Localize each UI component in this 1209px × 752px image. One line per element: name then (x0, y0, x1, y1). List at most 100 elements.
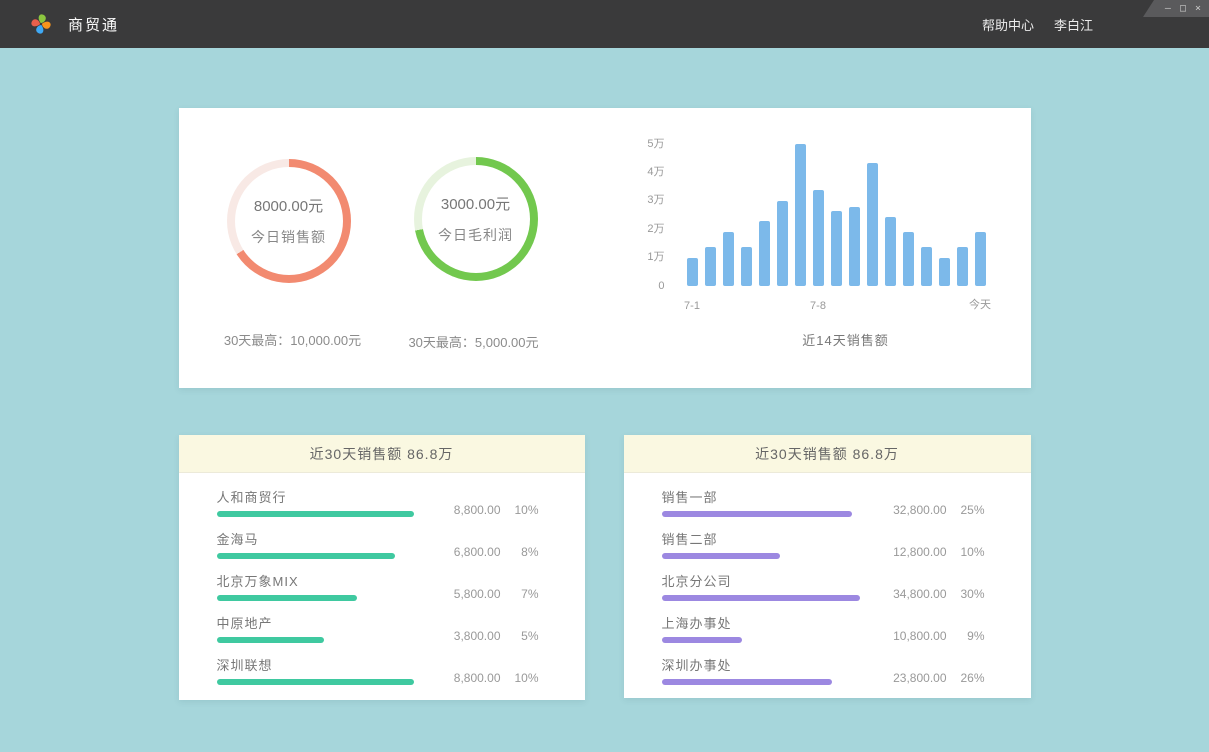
today-sales-label: 今日销售额 (251, 227, 326, 247)
rank-row: 中原地产 3,800.00 5% (217, 613, 539, 643)
bar (939, 258, 950, 286)
rank-row-bar (217, 511, 414, 517)
rank-row-values: 6,800.00 8% (421, 545, 539, 559)
bar (705, 247, 716, 286)
today-profit-value: 3000.00元 (441, 193, 510, 214)
rank-row-values: 12,800.00 10% (867, 545, 985, 559)
customer-rank-card: 近30天销售额 86.8万 人和商贸行 8,800.00 10% 金海马 6,8… (179, 435, 585, 700)
rank-row-values: 8,800.00 10% (421, 503, 539, 517)
bar (759, 221, 770, 286)
y-tick-label: 1万 (631, 248, 665, 264)
bar (741, 247, 752, 286)
rank-row-percent: 8% (501, 545, 539, 559)
rank-row: 人和商贸行 8,800.00 10% (217, 487, 539, 517)
today-sales-value: 8000.00元 (254, 195, 323, 216)
rank-row-label: 金海马 (217, 529, 421, 548)
y-tick-label: 0 (631, 280, 665, 292)
rank-row-main: 销售二部 (662, 529, 867, 559)
rank-row-bar (662, 511, 852, 517)
rank-row-values: 34,800.00 30% (867, 587, 985, 601)
maximize-icon[interactable]: □ (1180, 4, 1186, 14)
rank-row-main: 上海办事处 (662, 613, 867, 643)
rank-row-values: 5,800.00 7% (421, 587, 539, 601)
rank-row-bar (217, 553, 395, 559)
close-icon[interactable]: × (1195, 4, 1201, 14)
rank-cards-row: 近30天销售额 86.8万 人和商贸行 8,800.00 10% 金海马 6,8… (179, 435, 1031, 700)
rank-row-bar (662, 637, 742, 643)
bar (813, 190, 824, 286)
rank-row-amount: 3,800.00 (421, 629, 501, 643)
rank-row-label: 中原地产 (217, 613, 421, 632)
rank-row-percent: 26% (947, 671, 985, 685)
rank-row-amount: 12,800.00 (867, 545, 947, 559)
rank-row-main: 中原地产 (217, 613, 421, 643)
rank-row: 销售二部 12,800.00 10% (662, 529, 985, 559)
app-logo-icon (28, 11, 54, 37)
rank-row-values: 23,800.00 26% (867, 671, 985, 685)
bar (777, 201, 788, 286)
help-center-link[interactable]: 帮助中心 (982, 15, 1034, 34)
rank-row-label: 上海办事处 (662, 613, 867, 632)
rank-rows: 销售一部 32,800.00 25% 销售二部 12,800.00 10% 北京… (624, 473, 1031, 685)
rank-row-amount: 10,800.00 (867, 629, 947, 643)
user-menu[interactable]: 李白江 (1054, 15, 1093, 34)
rank-row-main: 金海马 (217, 529, 421, 559)
rank-row-amount: 34,800.00 (867, 587, 947, 601)
today-profit-gauge: 3000.00元 今日毛利润 (414, 157, 538, 281)
rank-row-bar (217, 679, 414, 685)
rank-row-bar (217, 595, 357, 601)
profit-30d-max: 30天最高：5,000.00元 (362, 332, 586, 351)
rank-row-bar (662, 679, 832, 685)
rank-row-values: 3,800.00 5% (421, 629, 539, 643)
rank-row: 上海办事处 10,800.00 9% (662, 613, 985, 643)
titlebar: 商贸通 帮助中心 李白江 — □ × (0, 0, 1209, 48)
today-sales-gauge: 8000.00元 今日销售额 (227, 159, 351, 283)
y-axis: 5万4万3万2万1万0 (635, 136, 669, 286)
minimize-icon[interactable]: — (1165, 4, 1171, 14)
rank-row-label: 深圳联想 (217, 655, 421, 674)
rank-row-amount: 32,800.00 (867, 503, 947, 517)
y-tick-label: 4万 (631, 163, 665, 179)
y-tick-label: 3万 (631, 191, 665, 207)
gauge-center: 3000.00元 今日毛利润 (422, 165, 530, 273)
today-profit-label: 今日毛利润 (438, 225, 513, 245)
rank-row-label: 人和商贸行 (217, 487, 421, 506)
sales-bar-chart: 5万4万3万2万1万0 7-17-8今天 (635, 136, 995, 286)
rank-row-main: 北京万象MIX (217, 571, 421, 601)
rank-row-label: 北京分公司 (662, 571, 867, 590)
rank-row-percent: 5% (501, 629, 539, 643)
card-title: 近30天销售额 86.8万 (179, 435, 585, 473)
bar (795, 144, 806, 286)
rank-row-percent: 10% (501, 503, 539, 517)
rank-row-main: 销售一部 (662, 487, 867, 517)
rank-row-percent: 10% (947, 545, 985, 559)
rank-row-main: 北京分公司 (662, 571, 867, 601)
rank-row: 金海马 6,800.00 8% (217, 529, 539, 559)
rank-row-label: 销售二部 (662, 529, 867, 548)
rank-row-main: 深圳办事处 (662, 655, 867, 685)
overview-card: 8000.00元 今日销售额 3000.00元 今日毛利润 30天最高：10,0… (179, 108, 1031, 388)
rank-row-amount: 8,800.00 (421, 671, 501, 685)
rank-row-percent: 10% (501, 671, 539, 685)
bar (903, 232, 914, 286)
rank-row-percent: 25% (947, 503, 985, 517)
rank-row-percent: 7% (501, 587, 539, 601)
y-tick-label: 5万 (631, 135, 665, 151)
department-rank-card: 近30天销售额 86.8万 销售一部 32,800.00 25% 销售二部 12… (624, 435, 1031, 698)
rank-row-bar (217, 637, 324, 643)
x-tick-label: 7-8 (810, 300, 826, 312)
app-title: 商贸通 (68, 14, 119, 35)
bar (867, 163, 878, 286)
rank-row-label: 深圳办事处 (662, 655, 867, 674)
card-title: 近30天销售额 86.8万 (624, 435, 1031, 473)
rank-row-label: 销售一部 (662, 487, 867, 506)
rank-row-label: 北京万象MIX (217, 571, 421, 590)
rank-row: 深圳联想 8,800.00 10% (217, 655, 539, 685)
rank-row-main: 人和商贸行 (217, 487, 421, 517)
rank-rows: 人和商贸行 8,800.00 10% 金海马 6,800.00 8% 北京万象M… (179, 473, 585, 685)
rank-row-percent: 9% (947, 629, 985, 643)
gauge-center: 8000.00元 今日销售额 (235, 167, 343, 275)
x-tick-label: 今天 (969, 296, 991, 312)
bar (921, 247, 932, 286)
bar (831, 211, 842, 286)
